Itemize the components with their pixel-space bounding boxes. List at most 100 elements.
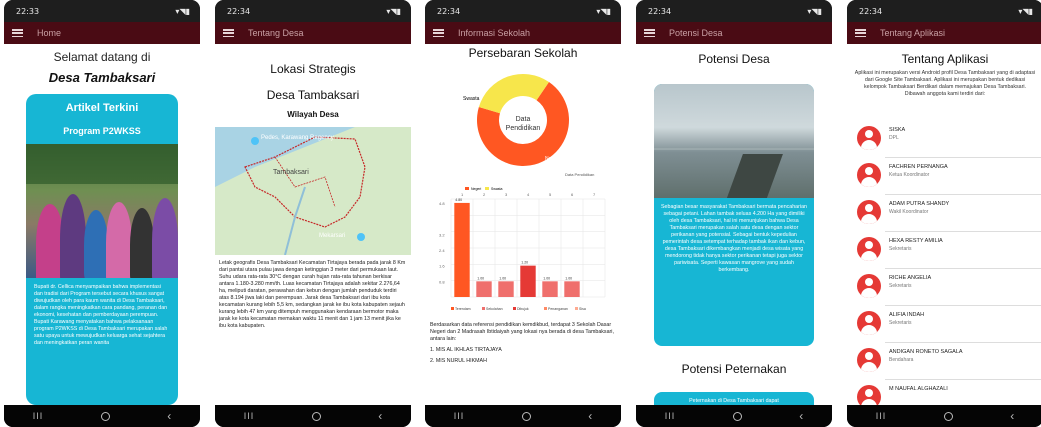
- legend-label: Sekolahan: [486, 307, 503, 311]
- member-list-item[interactable]: M NAUFAL ALGHAZALI: [847, 381, 1041, 405]
- legend-label: Terendam: [455, 307, 471, 311]
- system-nav-bar: III ‹: [847, 405, 1041, 427]
- status-time: 22:33: [16, 6, 40, 16]
- member-list-item[interactable]: ANDIGAN RONETO SAGALA Bendahara: [847, 344, 1041, 382]
- school-info-content[interactable]: Persebaran Sekolah Swasta Negeri Data Pend…: [425, 44, 621, 405]
- menu-icon[interactable]: [644, 29, 655, 37]
- recent-apps-icon[interactable]: III: [244, 411, 255, 421]
- app-bar-title: Tentang Aplikasi: [880, 28, 946, 38]
- bar-data-label: 1.20: [521, 261, 528, 265]
- bar-chart: Negeri Swasta 4.8 3.2 2.4 1.6 0.8 1 2 3 4 5 6 7 4.80 1.…: [439, 187, 606, 311]
- village-potential-content[interactable]: Potensi Desa Sebagian besar masyarakat T…: [636, 44, 832, 405]
- member-role: Sekretaris: [889, 283, 912, 289]
- status-icons: ▾◥▮: [1018, 6, 1033, 16]
- menu-icon[interactable]: [223, 29, 234, 37]
- village-map[interactable]: Pedes, Karawang Regency Tambaksari Mekar…: [215, 127, 411, 255]
- legend-swatch: [465, 187, 469, 190]
- home-content[interactable]: Selamat datang di Desa Tambaksari Artike…: [4, 44, 200, 405]
- y-tick-label: 0.8: [439, 279, 445, 284]
- back-icon[interactable]: ‹: [588, 409, 592, 423]
- article-title: Program P2WKSS: [63, 126, 141, 136]
- page-title: Tentang Aplikasi: [901, 52, 989, 66]
- donut-label-negeri: Negeri: [545, 156, 560, 162]
- member-list-item[interactable]: ALIFIA INDAH Sekretaris: [847, 307, 1041, 345]
- member-role: Bendahara: [889, 357, 914, 363]
- legend-swatch: [485, 187, 489, 190]
- menu-icon[interactable]: [12, 29, 23, 37]
- divider: [885, 231, 1041, 232]
- avatar-icon: [857, 237, 881, 261]
- y-tick-label: 4.8: [439, 201, 445, 206]
- member-list-item[interactable]: ADAM PUTRA SHANDY Wakil Koordinator: [847, 196, 1041, 234]
- member-list-item[interactable]: HEXA RESTY AMILIA Sekretaris: [847, 233, 1041, 271]
- status-time: 22:34: [859, 6, 883, 16]
- back-icon[interactable]: ‹: [167, 409, 171, 423]
- home-icon[interactable]: [943, 411, 953, 421]
- bar-data-label: 1.00: [499, 276, 506, 280]
- member-role: Wakil Koordinator: [889, 209, 929, 215]
- status-icons: ▾◥▮: [807, 6, 822, 16]
- school-list-item: 2. MIS NURUL HIKMAH: [430, 358, 487, 364]
- status-time: 22:34: [648, 6, 672, 16]
- donut-center-line1: Data: [515, 116, 531, 123]
- livestock-card[interactable]: Peternakan di Desa Tambaksari dapat: [654, 392, 814, 405]
- avatar-icon: [857, 126, 881, 150]
- avatar-icon: [857, 385, 881, 405]
- bar: [498, 281, 514, 297]
- divider: [885, 194, 1041, 195]
- recent-apps-icon[interactable]: III: [33, 411, 44, 421]
- donut-label-swasta: Swasta: [463, 96, 480, 102]
- back-icon[interactable]: ‹: [378, 409, 382, 423]
- menu-icon[interactable]: [855, 29, 866, 37]
- member-role: DPL: [889, 135, 899, 141]
- article-card[interactable]: Artikel Terkini Program P2WKSS Bupati dr…: [26, 94, 178, 405]
- legend-label: Sisa: [579, 307, 586, 311]
- menu-icon[interactable]: [433, 29, 444, 37]
- avatar-icon: [857, 274, 881, 298]
- y-tick-label: 2.4: [439, 248, 445, 253]
- welcome-text: Selamat datang di: [53, 50, 151, 64]
- avatar-icon: [857, 163, 881, 187]
- x-tick-label: 1: [461, 192, 464, 197]
- about-village-content[interactable]: Lokasi Strategis Desa Tambaksari Wilayah…: [215, 44, 411, 405]
- potential-description: Sebagian besar masyarakat Tambaksari ber…: [661, 204, 807, 273]
- avatar-icon: [857, 200, 881, 224]
- back-icon[interactable]: ‹: [799, 409, 803, 423]
- home-icon[interactable]: [521, 411, 531, 421]
- bar: [454, 202, 470, 297]
- legend-label: Dibujuk: [517, 307, 529, 311]
- member-list-item[interactable]: SISKA DPL: [847, 122, 1041, 160]
- app-bar: Informasi Sekolah: [425, 22, 621, 44]
- system-nav-bar: III ‹: [215, 405, 411, 427]
- recent-apps-icon[interactable]: III: [876, 411, 887, 421]
- app-description: Aplikasi ini merupakan versi Android pro…: [854, 70, 1036, 97]
- app-bar: Tentang Aplikasi: [847, 22, 1041, 44]
- legend-swatch: [513, 307, 516, 310]
- home-icon[interactable]: [100, 411, 110, 421]
- recent-apps-icon[interactable]: III: [665, 411, 676, 421]
- phone-about-village-screen: 22:34 ▾◥▮ Tentang Desa Lokasi Strategis …: [215, 0, 411, 427]
- recent-apps-icon[interactable]: III: [454, 411, 465, 421]
- donut-center-label: Data Pendidikan: [495, 115, 551, 133]
- map-label-pedes: Pedes, Karawang Regency: [261, 135, 334, 141]
- member-name: RICHE ANGELIA: [889, 275, 932, 281]
- member-list-item[interactable]: RICHE ANGELIA Sekretaris: [847, 270, 1041, 308]
- potential-card[interactable]: Sebagian besar masyarakat Tambaksari ber…: [654, 84, 814, 346]
- back-icon[interactable]: ‹: [1010, 409, 1014, 423]
- about-app-content[interactable]: Tentang Aplikasi Aplikasi ini merupakan …: [847, 44, 1041, 405]
- divider: [885, 342, 1041, 343]
- phone-home-screen: 22:33 ▾◥▮ Home Selamat datang di Desa Ta…: [4, 0, 200, 427]
- member-name: FACHREN PERNANGA: [889, 164, 948, 170]
- school-list-item: 1. MIS AL IKHLAS TIRTAJAYA: [430, 347, 502, 353]
- legend-label: Penanganan: [548, 307, 568, 311]
- bar: [476, 281, 492, 297]
- phone-school-info-screen: 22:34 ▾◥▮ Informasi Sekolah Persebaran S…: [425, 0, 621, 427]
- x-tick-label: 6: [571, 192, 574, 197]
- member-name: ALIFIA INDAH: [889, 312, 925, 318]
- bar-data-label: 4.80: [455, 198, 462, 202]
- home-icon[interactable]: [732, 411, 742, 421]
- section-heading: Lokasi Strategis: [270, 62, 356, 76]
- home-icon[interactable]: [311, 411, 321, 421]
- member-list-item[interactable]: FACHREN PERNANGA Ketua Koordinator: [847, 159, 1041, 197]
- y-tick-label: 1.6: [439, 264, 445, 269]
